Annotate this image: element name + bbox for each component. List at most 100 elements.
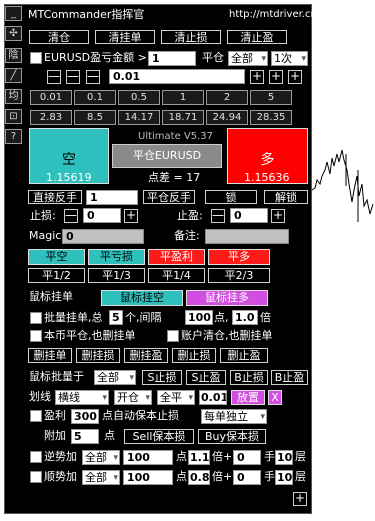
line-action-select[interactable]: 开仓: [114, 390, 152, 405]
lot-preset-4[interactable]: 1: [162, 90, 204, 105]
auto-breakeven-checkbox[interactable]: [30, 410, 42, 422]
lot-preset-2[interactable]: 0.1: [74, 90, 116, 105]
buy-breakeven-button[interactable]: Buy保本损: [198, 429, 266, 444]
s-tp-button[interactable]: S止盈: [186, 370, 226, 385]
amount-checkbox[interactable]: [30, 52, 42, 64]
b-sl-button[interactable]: B止损: [230, 370, 268, 385]
opt-currency-close-checkbox[interactable]: [30, 330, 42, 342]
profit-points-input[interactable]: 300: [71, 409, 99, 424]
close-profit-button[interactable]: 平盈利: [148, 249, 205, 265]
close-half-button[interactable]: 平1/2: [28, 268, 85, 283]
close-scope-select[interactable]: 全部: [228, 51, 268, 66]
lot-input[interactable]: 0.01: [109, 69, 245, 84]
note-input[interactable]: [205, 229, 289, 244]
counter-points-input[interactable]: 100: [123, 450, 173, 465]
clear-sl-button[interactable]: 清止损: [161, 30, 221, 44]
lot-plus-2-button[interactable]: +: [269, 70, 283, 84]
help-icon[interactable]: ?: [5, 129, 22, 144]
close-all-button[interactable]: 清仓: [29, 30, 89, 44]
sell-breakeven-button[interactable]: Sell保本损: [124, 429, 194, 444]
counter-add-checkbox[interactable]: [30, 451, 42, 463]
batch-gap-input[interactable]: 100: [185, 310, 213, 325]
lot-plus-3-button[interactable]: +: [288, 70, 302, 84]
trend-scope-select[interactable]: 全部: [82, 470, 120, 485]
remove-line-button[interactable]: X: [268, 390, 282, 405]
lock-button[interactable]: 锁: [205, 190, 257, 204]
expand-plus-button[interactable]: +: [293, 492, 307, 506]
delete-sl-button[interactable]: 删止损: [172, 348, 216, 363]
sl-plus-button[interactable]: +: [124, 209, 138, 223]
mouse-pend-short-button[interactable]: 鼠标挂空: [101, 290, 183, 306]
website-link[interactable]: http://mtdriver.cn: [229, 7, 317, 23]
reverse-lot-input[interactable]: 1: [86, 190, 138, 205]
window-icon[interactable]: ⊡: [5, 109, 22, 124]
lot-preset-8[interactable]: 8.5: [74, 110, 116, 125]
lot-preset-10[interactable]: 18.71: [162, 110, 204, 125]
close-long-button[interactable]: 平多: [208, 249, 270, 265]
minimize-icon[interactable]: _: [5, 6, 22, 21]
trend-mult-input[interactable]: 0.8: [188, 470, 210, 485]
trend-add-checkbox[interactable]: [30, 471, 42, 483]
close-symbol-button[interactable]: 平仓EURUSD: [112, 144, 222, 168]
lot-preset-9[interactable]: 14.17: [118, 110, 160, 125]
mouse-batch-select[interactable]: 全部: [94, 370, 136, 385]
tp-input[interactable]: 0: [230, 208, 268, 223]
lot-preset-7[interactable]: 2.83: [30, 110, 72, 125]
times-select[interactable]: 1次: [271, 51, 308, 66]
lot-plus-1-button[interactable]: +: [250, 70, 264, 84]
trend-add-lot-input[interactable]: 0: [233, 470, 261, 485]
trend-points-input[interactable]: 100: [123, 470, 173, 485]
delete-pending-sl-button[interactable]: 删挂损: [76, 348, 120, 363]
average-icon[interactable]: 均: [5, 89, 22, 104]
clear-tp-button[interactable]: 清止盈: [227, 30, 287, 44]
breakeven-mode-select[interactable]: 每单独立: [201, 409, 267, 424]
move-icon[interactable]: ✣: [5, 26, 22, 41]
close-quarter-button[interactable]: 平1/4: [148, 268, 205, 283]
close-two-thirds-button[interactable]: 平2/3: [208, 268, 270, 283]
delete-tp-button[interactable]: 删止盈: [220, 348, 268, 363]
lot-preset-5[interactable]: 2: [206, 90, 248, 105]
b-tp-button[interactable]: B止盈: [271, 370, 308, 385]
line-type-select[interactable]: 横线: [55, 390, 109, 405]
s-sl-button[interactable]: S止损: [142, 370, 182, 385]
batch-pending-checkbox[interactable]: [30, 312, 42, 324]
lot-minus-3-button[interactable]: —: [47, 70, 61, 84]
lot-preset-12[interactable]: 28.35: [250, 110, 292, 125]
lot-preset-3[interactable]: 0.5: [118, 90, 160, 105]
line-direction-select[interactable]: 全平: [157, 390, 195, 405]
lot-preset-11[interactable]: 24.94: [206, 110, 248, 125]
counter-add-lot-input[interactable]: 0: [233, 450, 261, 465]
opt-account-close-checkbox[interactable]: [167, 330, 179, 342]
tp-minus-button[interactable]: —: [211, 209, 225, 223]
counter-layers-input[interactable]: 10: [275, 450, 293, 465]
lot-preset-6[interactable]: 5: [250, 90, 292, 105]
close-loss-button[interactable]: 平亏损: [88, 249, 145, 265]
close-short-button[interactable]: 平空: [28, 249, 85, 265]
magic-input[interactable]: 0: [62, 229, 144, 244]
delete-pending-button[interactable]: 删挂单: [28, 348, 72, 363]
direct-reverse-button[interactable]: 直接反手: [28, 190, 82, 204]
batch-mult-input[interactable]: 1.0: [232, 310, 258, 325]
place-line-button[interactable]: 放置: [231, 390, 265, 405]
hide-icon[interactable]: 陰: [5, 48, 22, 63]
tp-plus-button[interactable]: +: [271, 209, 285, 223]
sl-input[interactable]: 0: [83, 208, 121, 223]
line-lot-input[interactable]: 0.01: [199, 390, 227, 405]
sl-minus-button[interactable]: —: [64, 209, 78, 223]
counter-scope-select[interactable]: 全部: [82, 450, 120, 465]
close-reverse-button[interactable]: 平仓反手: [143, 190, 195, 204]
lot-preset-1[interactable]: 0.01: [30, 90, 72, 105]
lot-minus-2-button[interactable]: —: [66, 70, 80, 84]
trend-layers-input[interactable]: 10: [275, 470, 293, 485]
counter-mult-input[interactable]: 1.1: [188, 450, 210, 465]
extra-points-input[interactable]: 5: [71, 429, 99, 444]
unlock-button[interactable]: 解锁: [264, 190, 308, 204]
close-third-button[interactable]: 平1/3: [88, 268, 145, 283]
lot-minus-1-button[interactable]: —: [86, 70, 100, 84]
delete-pending-tp-button[interactable]: 删挂盈: [124, 348, 168, 363]
mouse-pend-long-button[interactable]: 鼠标挂多: [186, 290, 268, 306]
batch-count-input[interactable]: 5: [109, 310, 123, 325]
amount-input[interactable]: 1: [148, 51, 196, 66]
clear-pending-button[interactable]: 清挂单: [95, 30, 155, 44]
draw-line-icon[interactable]: ╱: [5, 68, 22, 83]
